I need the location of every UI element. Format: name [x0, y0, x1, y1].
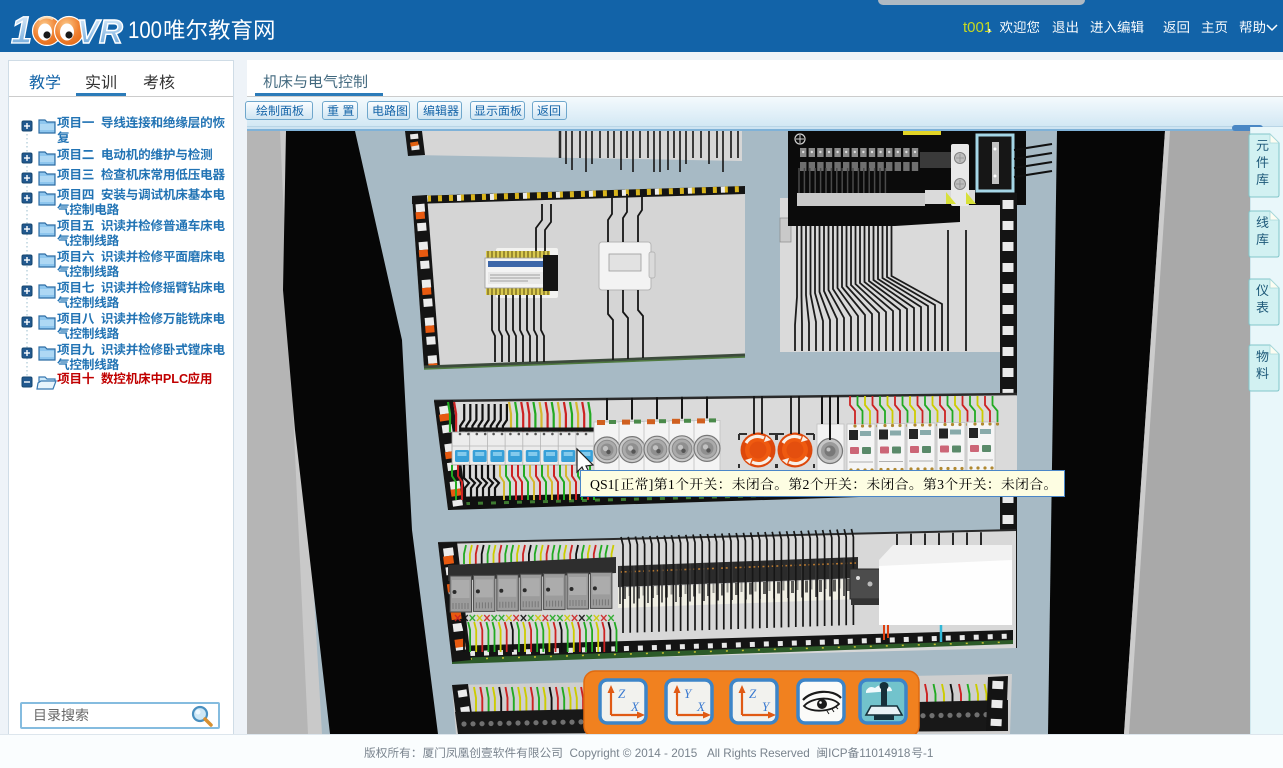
svg-text:2015: 2015	[671, 747, 698, 760]
svg-text:2: 2	[803, 477, 810, 492]
svg-text:-1: -1	[923, 747, 933, 760]
svg-text:1: 1	[668, 477, 675, 492]
svg-text:PLC: PLC	[163, 372, 188, 386]
svg-text:ICP: ICP	[828, 747, 848, 760]
svg-text:3: 3	[937, 477, 944, 492]
svg-text:t001: t001	[963, 19, 992, 36]
svg-text:2014: 2014	[635, 747, 662, 760]
svg-text:100: 100	[128, 17, 162, 44]
svg-text:]: ]	[649, 477, 654, 492]
svg-text:©: ©	[623, 747, 632, 760]
svg-text:11014918: 11014918	[859, 747, 910, 760]
svg-text:-: -	[664, 747, 668, 760]
svg-text:QS1[: QS1[	[590, 477, 620, 492]
svg-text:Copyright: Copyright	[570, 747, 621, 760]
svg-text:All: All	[707, 747, 720, 760]
svg-text:Rights: Rights	[723, 747, 756, 760]
svg-text:Reserved: Reserved	[760, 747, 810, 760]
